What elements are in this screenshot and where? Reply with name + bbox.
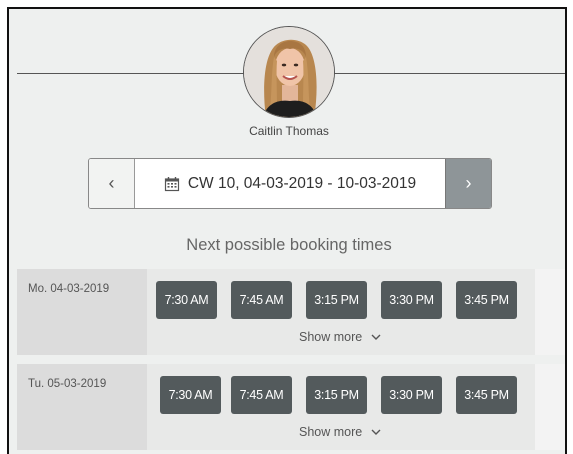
next-week-button[interactable]: › bbox=[445, 159, 491, 208]
time-slots: 7:30 AM 7:45 AM 3:15 PM 3:30 PM 3:45 PM … bbox=[147, 364, 535, 450]
show-more-label: Show more bbox=[299, 425, 363, 439]
day-row: Mo. 04-03-2019 7:30 AM 7:45 AM 3:15 PM 3… bbox=[17, 269, 565, 355]
show-more-label: Show more bbox=[299, 330, 363, 344]
time-slot-button[interactable]: 7:45 AM bbox=[231, 281, 292, 319]
time-slot-button[interactable]: 3:45 PM bbox=[456, 281, 517, 319]
avatar-photo bbox=[244, 27, 334, 117]
time-slot-button[interactable]: 3:15 PM bbox=[306, 281, 367, 319]
time-slot-button[interactable]: 3:45 PM bbox=[456, 376, 517, 414]
week-navigator: ‹ CW 10, 04-03-2019 - 10-03-2019 › bbox=[88, 158, 492, 209]
previous-week-button[interactable]: ‹ bbox=[89, 159, 135, 208]
time-slot-button[interactable]: 3:15 PM bbox=[306, 376, 367, 414]
time-slots: 7:30 AM 7:45 AM 3:15 PM 3:30 PM 3:45 PM … bbox=[147, 269, 535, 355]
week-range: CW 10, 04-03-2019 - 10-03-2019 bbox=[135, 159, 445, 208]
time-slot-button[interactable]: 3:30 PM bbox=[381, 376, 442, 414]
section-title: Next possible booking times bbox=[186, 236, 392, 254]
time-slot-button[interactable]: 7:30 AM bbox=[156, 281, 217, 319]
avatar bbox=[243, 26, 335, 118]
day-label: Mo. 04-03-2019 bbox=[17, 269, 147, 355]
time-slot-button[interactable]: 7:45 AM bbox=[231, 376, 292, 414]
week-range-label: CW 10, 04-03-2019 - 10-03-2019 bbox=[187, 174, 417, 192]
day-row: Tu. 05-03-2019 7:30 AM 7:45 AM 3:15 PM 3… bbox=[17, 364, 565, 450]
booking-widget: Caitlin Thomas ‹ CW 10, 04-03-2019 - 10-… bbox=[7, 7, 567, 454]
show-more-button[interactable]: Show more bbox=[299, 330, 381, 344]
chevron-down-icon bbox=[371, 429, 381, 435]
chevron-down-icon bbox=[371, 334, 381, 340]
calendar-icon bbox=[164, 176, 179, 191]
profile-name: Caitlin Thomas bbox=[249, 124, 329, 138]
show-more-button[interactable]: Show more bbox=[299, 425, 381, 439]
time-slot-button[interactable]: 3:30 PM bbox=[381, 281, 442, 319]
day-label: Tu. 05-03-2019 bbox=[17, 364, 147, 450]
time-slot-button[interactable]: 7:30 AM bbox=[160, 376, 221, 414]
